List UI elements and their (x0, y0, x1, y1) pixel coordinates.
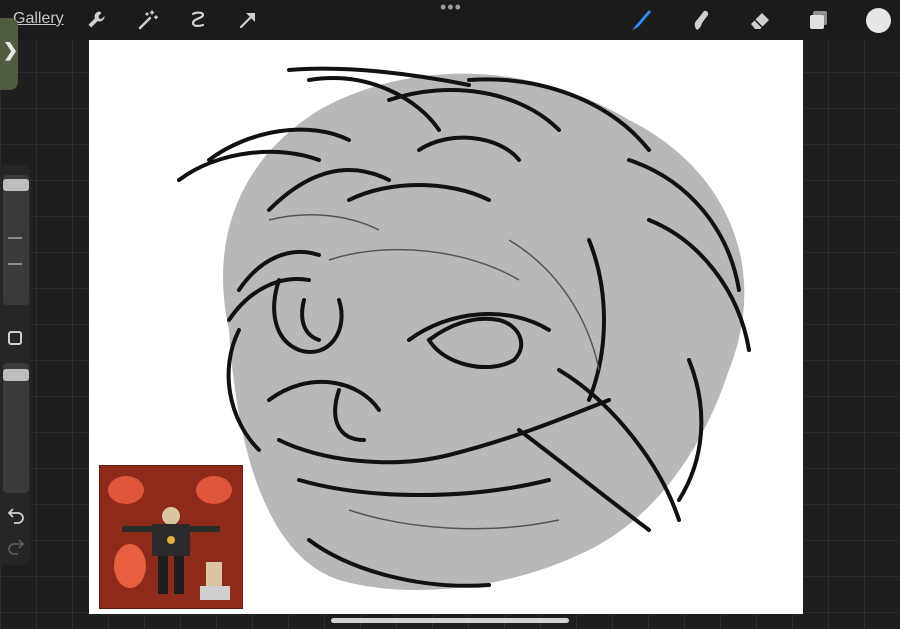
sidebar (0, 165, 31, 565)
reference-image[interactable] (99, 465, 243, 609)
chevron-right-icon: ❯ (3, 40, 19, 60)
gallery-button[interactable]: Gallery (13, 10, 64, 28)
top-toolbar: Gallery ••• (0, 0, 900, 40)
layers-icon[interactable] (807, 8, 831, 32)
selection-icon[interactable] (186, 8, 210, 32)
color-picker-button[interactable] (866, 8, 891, 33)
smudge-icon[interactable] (688, 8, 712, 32)
sidebar-toggle[interactable]: ❯ (0, 18, 18, 90)
redo-icon[interactable] (6, 539, 26, 555)
wrench-icon[interactable] (85, 8, 109, 32)
home-indicator[interactable] (331, 618, 569, 623)
opacity-slider[interactable] (3, 363, 29, 493)
brush-size-thumb[interactable] (3, 179, 29, 191)
eraser-icon[interactable] (748, 8, 772, 32)
brush-icon[interactable] (629, 8, 653, 32)
opacity-thumb[interactable] (3, 369, 29, 381)
slider-tick (8, 263, 22, 265)
more-options-icon[interactable]: ••• (440, 0, 462, 16)
brush-size-slider[interactable] (3, 175, 29, 305)
modify-button[interactable] (8, 331, 22, 345)
slider-tick (8, 237, 22, 239)
reference-artwork (100, 466, 242, 608)
undo-icon[interactable] (6, 508, 26, 524)
magic-wand-icon[interactable] (136, 8, 160, 32)
transform-arrow-icon[interactable] (236, 8, 260, 32)
